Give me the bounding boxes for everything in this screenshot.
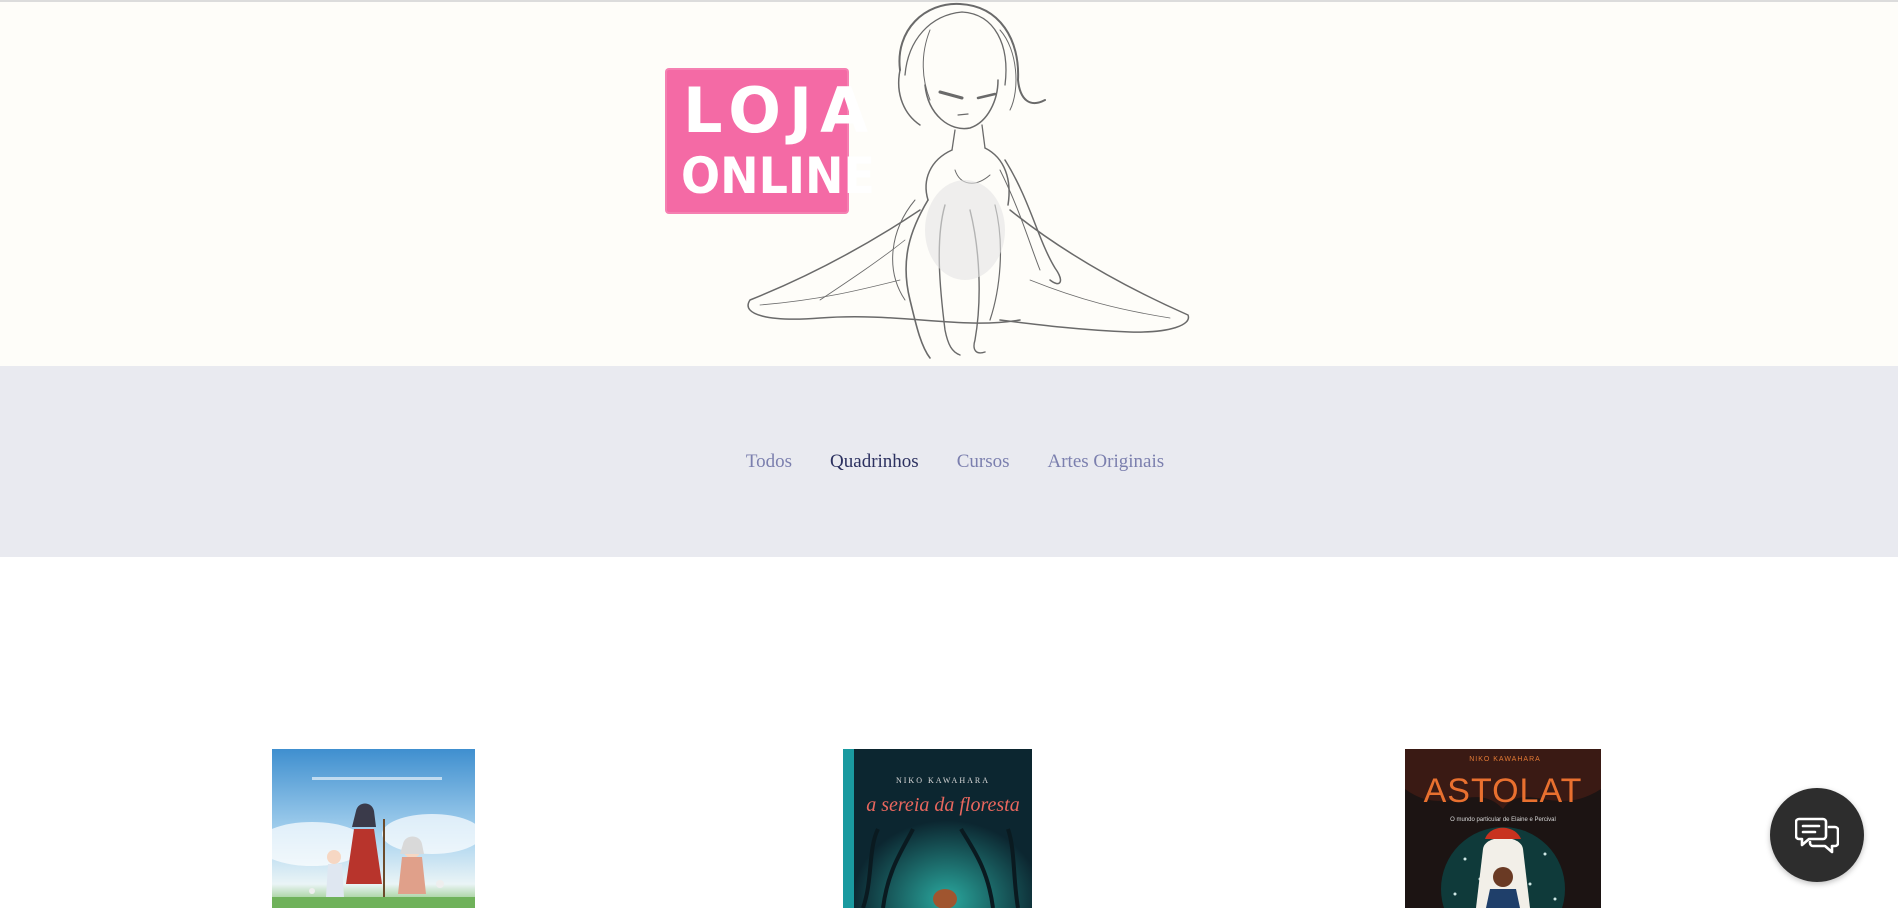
product-card-1[interactable] <box>272 749 475 908</box>
category-nav-band: Todos Quadrinhos Cursos Artes Originais <box>0 366 1898 557</box>
logo-text-line1: LOJA <box>683 74 877 147</box>
category-nav: Todos Quadrinhos Cursos Artes Originais <box>0 366 1898 557</box>
chat-bubbles-icon <box>1795 817 1839 854</box>
product-author: NIKO KAWAHARA <box>1469 756 1541 763</box>
store-banner: LOJA ONLINE <box>0 2 1898 366</box>
product-card-3[interactable]: NIKO KAWAHARA ASTOLAT O mundo particular… <box>1405 749 1601 908</box>
chat-widget-button[interactable] <box>1770 788 1864 882</box>
product-subtitle: O mundo particular de Elaine e Percival <box>1450 817 1556 823</box>
product-author: NIKO KAWAHARA <box>896 776 990 785</box>
nav-link-artes-originais[interactable]: Artes Originais <box>1048 451 1165 473</box>
nav-link-todos[interactable]: Todos <box>746 451 792 473</box>
product-title: ASTOLAT <box>1424 772 1583 810</box>
product-cover-image <box>272 749 475 908</box>
nav-link-quadrinhos[interactable]: Quadrinhos <box>830 451 919 473</box>
nav-link-cursos[interactable]: Cursos <box>957 451 1010 473</box>
product-cover-image: NIKO KAWAHARA ASTOLAT O mundo particular… <box>1405 749 1601 908</box>
store-logo[interactable]: LOJA ONLINE <box>665 68 875 214</box>
product-card-2[interactable]: NIKO KAWAHARA a sereia da floresta <box>843 749 1032 908</box>
product-title: a sereia da floresta <box>866 794 1020 816</box>
logo-text-line2: ONLINE <box>681 147 875 205</box>
product-cover-image: NIKO KAWAHARA a sereia da floresta <box>843 749 1032 908</box>
